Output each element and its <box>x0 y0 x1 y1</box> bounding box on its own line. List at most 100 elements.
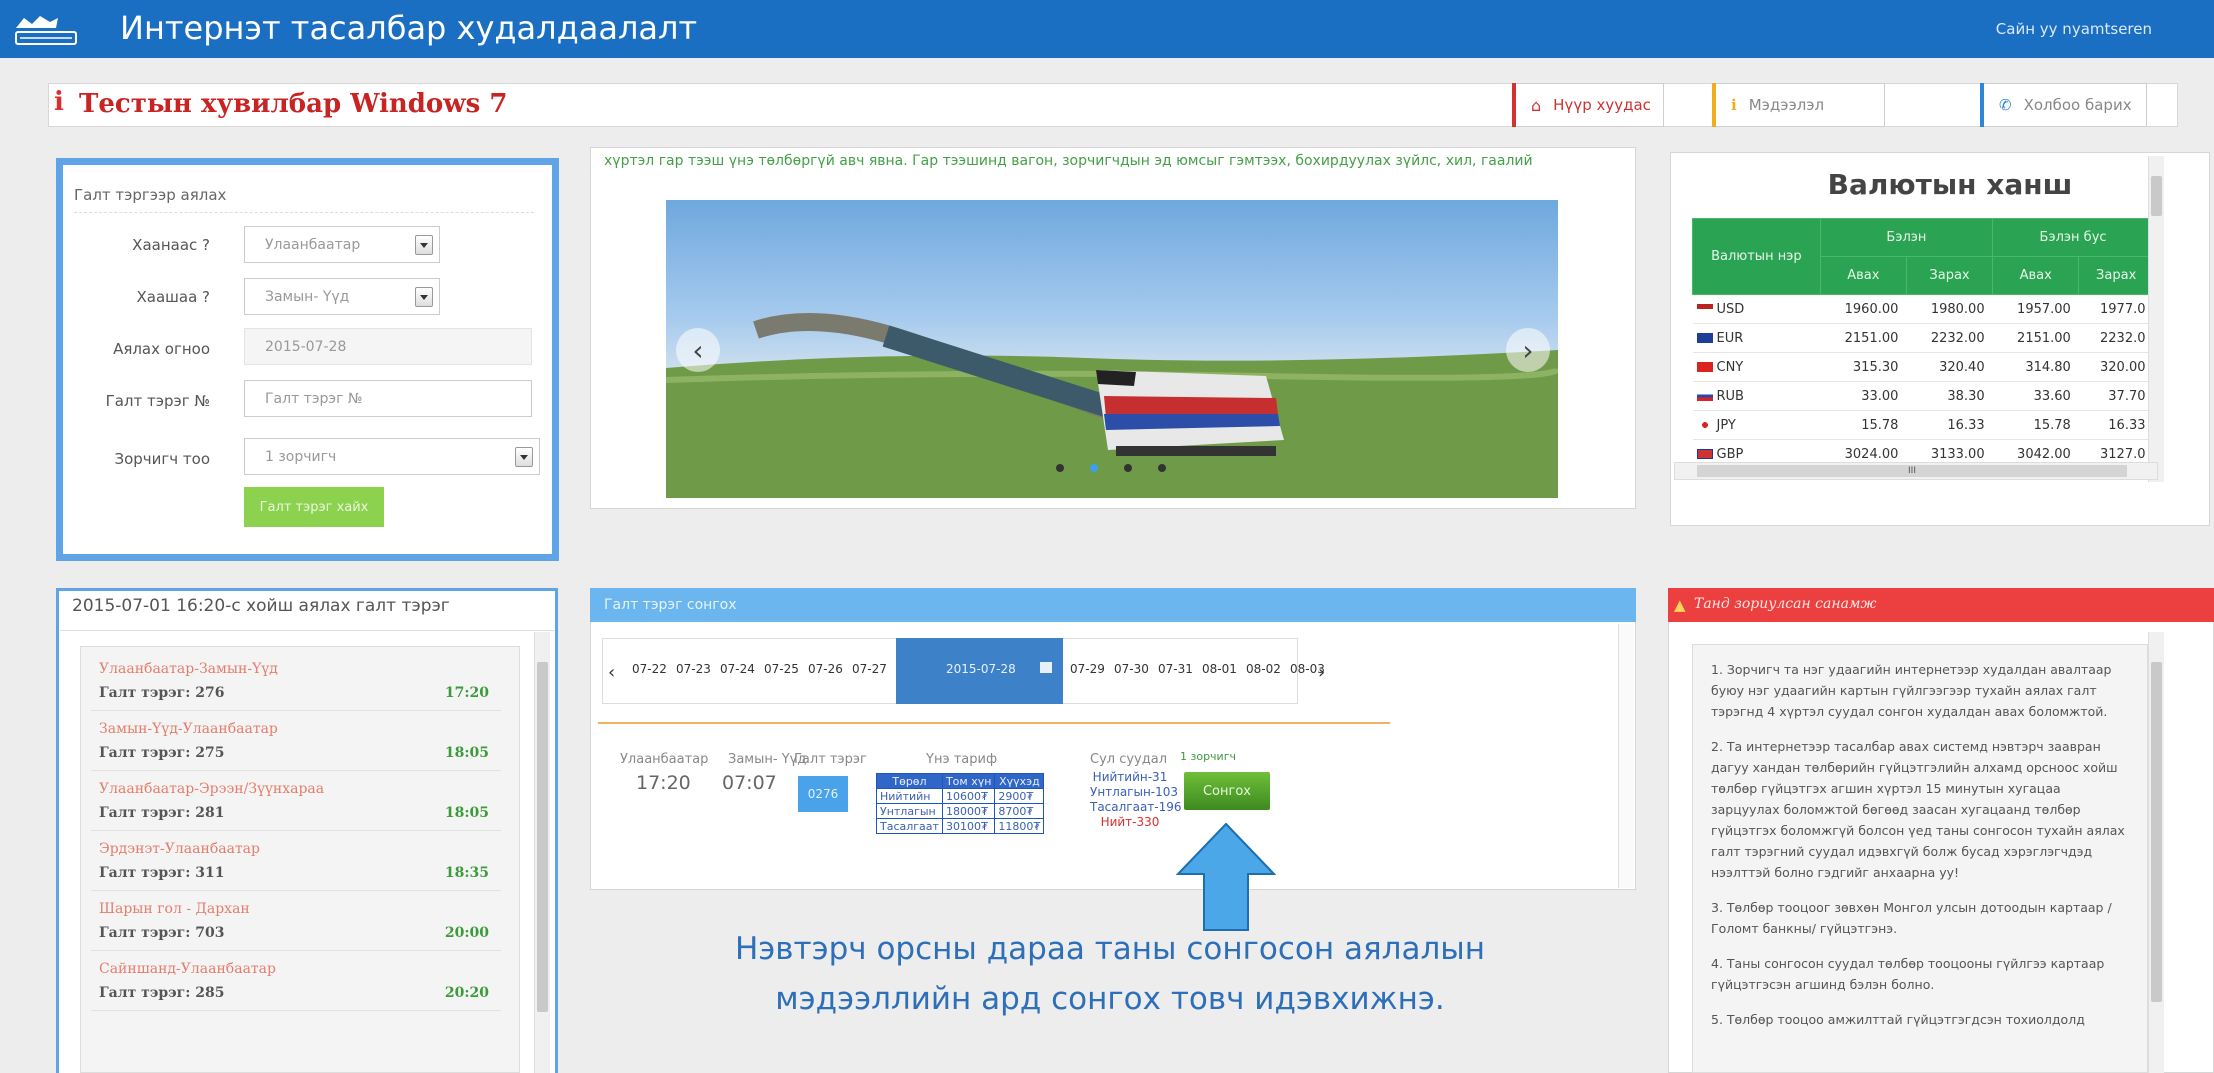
version-title: Тестын хувилбар Windows 7 <box>79 89 508 119</box>
slider-dot[interactable] <box>1158 464 1166 472</box>
list-item[interactable]: Замын-Үүд-Улаанбаатар Галт тэрэг: 275 18:0… <box>91 713 501 771</box>
date-tab[interactable]: 07-31 <box>1158 662 1193 676</box>
chevron-down-icon[interactable] <box>515 447 533 467</box>
slider-next-button[interactable]: › <box>1506 328 1550 372</box>
train-select-title: Галт тэрэг сонгох <box>604 597 737 613</box>
tariff-cell: Нийтийн <box>876 788 943 804</box>
cn-flag-icon <box>1696 362 1713 372</box>
nav-contact-button[interactable]: ✆ Холбоо барих <box>1980 83 2147 127</box>
trip-train: Галт тэрэг: 703 <box>99 925 225 941</box>
from-value: Улаанбаатар <box>265 236 361 253</box>
date-tab[interactable]: 07-23 <box>676 662 711 676</box>
list-item[interactable]: Эрдэнэт-Улаанбаатар Галт тэрэг: 311 18:35 <box>91 833 501 891</box>
ru-flag-icon <box>1696 391 1713 401</box>
chevron-right-icon[interactable]: › <box>1318 662 1325 683</box>
info-icon: i <box>54 87 64 117</box>
scrollbar-thumb[interactable] <box>537 662 548 1012</box>
trip-train: Галт тэрэг: 276 <box>99 685 225 701</box>
accent-bar <box>1980 83 1984 127</box>
currency-horizontal-scrollbar[interactable]: III <box>1674 462 2158 480</box>
list-item[interactable]: Улаанбаатар-Замын-Үүд Галт тэрэг: 276 17:2… <box>91 653 501 711</box>
us-flag-icon <box>1696 304 1713 314</box>
scrollbar-thumb[interactable] <box>2151 662 2162 1002</box>
accent-bar <box>1712 83 1716 127</box>
list-item[interactable]: Шарын гол - Дархан Галт тэрэг: 703 20:00 <box>91 893 501 951</box>
tariff-cell: 18000₮ <box>941 803 996 819</box>
cell: 33.60 <box>1992 381 2079 411</box>
trip-route: Замын-Үүд-Улаанбаатар <box>99 721 278 737</box>
railway-logo[interactable] <box>10 8 102 50</box>
cell: 315.30 <box>1820 352 1907 382</box>
annotation-line: Нэвтэрч орсны дараа таны сонгосон аялалы… <box>734 931 1486 967</box>
choose-button[interactable]: Сонгох <box>1184 772 1270 810</box>
seat-count: Тасалгаат-196 <box>1090 800 1182 814</box>
tariff-cell: Унтлагын <box>876 803 943 819</box>
slider-prev-button[interactable]: ‹ <box>676 328 720 372</box>
notice-item: 5. Төлбөр тооцоо амжилттай гүйцэтгэгдсэн… <box>1711 1012 2085 1027</box>
from-label: Хаанаас ? <box>132 236 210 254</box>
notice-item: 2. Та интернетээр тасалбар авах системд … <box>1711 739 2125 880</box>
trip-time: 18:35 <box>444 865 489 881</box>
nav-home-button[interactable]: ⌂ Нүүр хуудас <box>1512 83 1664 127</box>
date-label: Аялах огноо <box>113 340 210 358</box>
chevron-down-icon[interactable] <box>415 287 433 307</box>
currency-table: Валютын нэр Бэлэн Бэлэн бус Авах Зарах А… <box>1692 218 2154 469</box>
slider-dot[interactable] <box>1124 464 1132 472</box>
tariff-head: Хүүхэд <box>994 773 1045 789</box>
passenger-count-label: Зорчигч тоо <box>114 450 210 468</box>
cell: 1980.00 <box>1906 294 1993 324</box>
date-input[interactable]: 2015-07-28 <box>244 328 532 365</box>
cell: 33.00 <box>1820 381 1907 411</box>
user-greeting[interactable]: Сайн уу nyamtseren <box>1996 20 2152 38</box>
currency-vertical-scrollbar[interactable] <box>2148 156 2164 482</box>
date-tab[interactable]: 07-30 <box>1114 662 1149 676</box>
trip-time: 18:05 <box>444 745 489 761</box>
notice-scrollbar[interactable] <box>2148 632 2164 1073</box>
passenger-count-select[interactable]: 1 зорчигч <box>244 438 540 475</box>
train-number-badge[interactable]: 0276 <box>798 776 848 812</box>
date-tab[interactable]: 07-27 <box>852 662 887 676</box>
sell-header: Зарах <box>1905 256 1994 295</box>
chevron-down-icon[interactable] <box>415 235 433 255</box>
scrollbar-thumb[interactable]: III <box>1697 465 2127 477</box>
calendar-icon[interactable] <box>1040 662 1052 673</box>
date-value: 2015-07-28 <box>265 338 347 355</box>
list-item[interactable]: Сайншанд-Улаанбаатар Галт тэрэг: 285 20:20 <box>91 953 501 1011</box>
search-train-button[interactable]: Галт тэрэг хайх <box>244 487 384 527</box>
slider-dot-active[interactable] <box>1090 464 1098 472</box>
buy-header: Авах <box>1819 256 1907 295</box>
date-tab[interactable]: 08-01 <box>1202 662 1237 676</box>
date-tab[interactable]: 08-02 <box>1246 662 1281 676</box>
notice-item: 1. Зорчигч та нэг удаагийн интернетээр х… <box>1711 662 2112 719</box>
slider-dot[interactable] <box>1056 464 1064 472</box>
cell: 2232.0 <box>2078 323 2154 353</box>
date-tab[interactable]: 07-24 <box>720 662 755 676</box>
nav-contact-label: Холбоо барих <box>2023 96 2132 114</box>
cell: 16.33 <box>2078 410 2154 440</box>
train-select-scrollbar[interactable] <box>1618 624 1634 888</box>
currency-name-header: Валютын нэр <box>1692 218 1821 295</box>
chevron-left-icon[interactable]: ‹ <box>608 662 615 683</box>
tariff-cell: 10600₮ <box>941 788 996 804</box>
currency-code: RUB <box>1716 388 1744 404</box>
phone-icon: ✆ <box>1999 96 2012 114</box>
date-tab[interactable]: 07-26 <box>808 662 843 676</box>
gb-flag-icon <box>1696 449 1713 459</box>
nav-info-button[interactable]: i Мэдээлэл <box>1712 83 1885 127</box>
cell: 1977.0 <box>2078 294 2154 324</box>
date-tab[interactable]: 07-22 <box>632 662 667 676</box>
tariff-head: Төрөл <box>876 773 943 789</box>
date-tab[interactable]: 07-29 <box>1070 662 1105 676</box>
cell: 15.78 <box>1820 410 1907 440</box>
to-select[interactable]: Замын- Үүд <box>244 278 440 315</box>
list-item[interactable]: Улаанбаатар-Эрээн/Зүүнхараа Галт тэрэг: 2… <box>91 773 501 831</box>
cell: 38.30 <box>1906 381 1993 411</box>
trips-scrollbar[interactable] <box>534 632 550 1073</box>
date-tab[interactable]: 07-25 <box>764 662 799 676</box>
scrollbar-thumb[interactable] <box>2151 176 2162 216</box>
train-number-input[interactable]: Галт тэрэг № <box>244 380 532 417</box>
passenger-tag: 1 зорчигч <box>1180 750 1236 763</box>
tariff-table: Төрөл Том хүн Хүүхэд Нийтийн 10600₮ 2900₮ Ун… <box>876 773 1045 834</box>
trip-route: Улаанбаатар-Замын-Үүд <box>99 661 278 677</box>
from-select[interactable]: Улаанбаатар <box>244 226 440 263</box>
